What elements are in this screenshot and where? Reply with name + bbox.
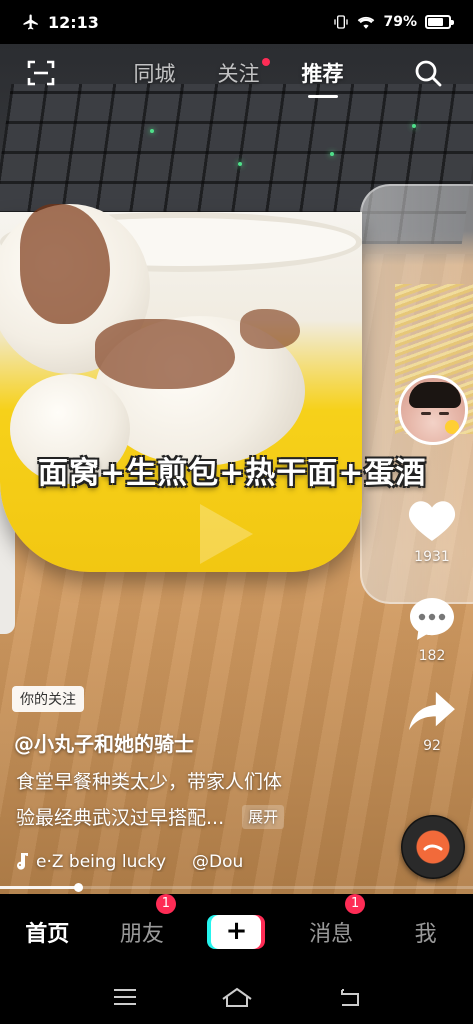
keyboard-led [330,152,334,156]
music-note-icon [17,853,28,870]
video-overlay-caption: 面窝+生煎包+热干面+蛋酒 [38,456,427,491]
tab-nearby[interactable]: 同城 [134,52,176,96]
heart-icon [408,501,456,541]
comment-count: 182 [418,648,446,664]
music-creator: @Dou [192,852,244,872]
tab-nearby-label: 同城 [133,62,176,86]
description-line-2: 验最经典武汉过早搭配... 展开 [16,800,346,836]
play-icon [200,504,253,564]
nav-friends-badge: 1 [155,894,176,914]
description-line-text: 验最经典武汉过早搭配... [16,807,225,829]
music-ticker[interactable]: e·Z being lucky @Dou [14,852,254,872]
status-time: 12:13 [48,12,99,32]
avatar-badge [445,420,459,434]
music-disc-logo [423,844,443,851]
share-arrow-icon [409,691,455,731]
avatar-eye [421,412,431,415]
top-tab-bar: 同城 关注 推荐 [0,52,473,96]
nav-home-label: 首页 [25,922,70,947]
battery-icon [425,15,454,29]
share-count: 92 [423,738,441,754]
share-button[interactable]: 92 [400,690,464,754]
tab-recommended[interactable]: 推荐 [302,52,344,96]
tab-recommended-label: 推荐 [301,62,344,86]
search-icon[interactable] [413,58,443,88]
nav-home[interactable]: 首页 [0,916,95,948]
notification-dot [261,58,270,66]
following-badge: 你的关注 [12,686,84,712]
video-sauce [240,309,300,349]
comment-icon [410,598,454,640]
system-nav-bar [0,970,473,1024]
vibrate-icon [334,15,349,29]
progress-fill [0,886,79,889]
nav-friends[interactable]: 朋友 1 [95,894,190,948]
menu-icon[interactable] [112,987,138,1007]
like-count: 1931 [414,549,450,565]
nav-create[interactable]: + [189,915,284,949]
author-avatar[interactable] [398,375,468,445]
video-description: 食堂早餐种类太少，带家人们体 验最经典武汉过早搭配... 展开 [16,764,346,836]
nav-me-label: 我 [414,922,437,947]
keyboard-led [412,124,416,128]
description-line: 食堂早餐种类太少，带家人们体 [16,771,283,793]
keyboard-led [150,129,154,133]
battery-level [428,18,444,26]
video-progress-bar[interactable] [0,883,473,892]
create-plus-button[interactable]: + [211,915,262,949]
back-icon[interactable] [336,987,362,1007]
avatar-eye [439,412,449,415]
airplane-icon [23,14,38,30]
expand-button[interactable]: 展开 [242,805,285,829]
keyboard-led [238,162,242,166]
battery-percent: 79% [383,14,417,30]
wifi-icon [358,16,375,29]
like-button[interactable]: 1931 [400,497,464,565]
nav-messages-badge: 1 [345,894,366,914]
author-name[interactable]: @小丸子和她的骑士 [14,728,194,757]
home-icon[interactable] [221,986,253,1008]
comment-button[interactable]: 182 [400,596,464,664]
music-title: e·Z being lucky [36,852,166,872]
status-bar: 12:13 79% [0,0,473,44]
music-disc-icon[interactable] [401,815,465,879]
progress-knob[interactable] [74,883,84,892]
nav-me[interactable]: 我 [378,916,473,948]
avatar-hair [409,382,461,408]
bottom-nav: 首页 朋友 1 + 消息 1 我 [0,894,473,970]
nav-messages[interactable]: 消息 1 [284,894,379,948]
tab-following-label: 关注 [217,62,260,86]
nav-friends-label: 朋友 [119,922,164,947]
nav-messages-label: 消息 [309,922,354,947]
tab-following[interactable]: 关注 [217,52,270,96]
